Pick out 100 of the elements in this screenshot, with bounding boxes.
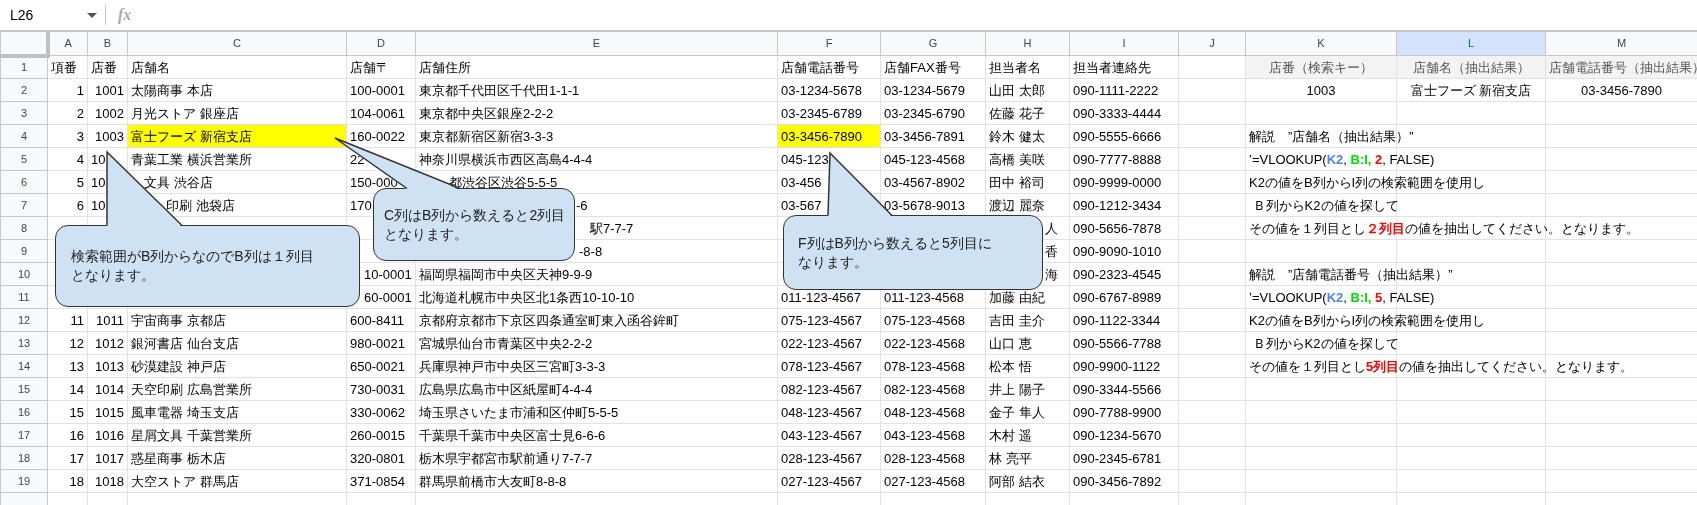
table-cell: 富士フーズ 新宿支店 [127, 124, 347, 148]
row-header[interactable]: 16 [0, 400, 48, 424]
table-cell: 330-0062 [346, 400, 416, 424]
table-cell: 東京都千代田区千代田1-1-1 [415, 78, 778, 102]
table-cell: 5 [47, 170, 88, 194]
table-cell: 青葉工業 横浜営業所 [127, 147, 347, 171]
column-header[interactable]: M [1545, 31, 1697, 56]
row-header[interactable]: 15 [0, 377, 48, 401]
fx-label: fx [118, 5, 132, 26]
table-cell: 090-9900-1122 [1069, 354, 1179, 378]
table-cell: 項番 [47, 55, 88, 79]
row-header[interactable]: 18 [0, 446, 48, 470]
column-header[interactable]: F [777, 31, 881, 56]
row-header[interactable]: 5 [0, 147, 48, 171]
table-cell: 1002 [87, 101, 128, 125]
table-cell: 090-7777-8888 [1069, 147, 1179, 171]
table-cell: 022-123-4567 [777, 331, 881, 355]
table-cell: 1003 [87, 124, 128, 148]
column-header[interactable]: J [1178, 31, 1246, 56]
table-cell: 090-9999-0000 [1069, 170, 1179, 194]
table-cell: 16 [47, 423, 88, 447]
table-cell: 店舗電話番号 [777, 55, 881, 79]
table-cell: 12 [47, 331, 88, 355]
table-cell: 11 [47, 308, 88, 332]
table-cell: 山口 恵 [985, 331, 1070, 355]
table-cell: 027-123-4567 [777, 469, 881, 493]
table-cell: 14 [47, 377, 88, 401]
table-cell: 広島県広島市中区紙屋町4-4-4 [415, 377, 778, 401]
row-header[interactable]: 2 [0, 78, 48, 102]
column-header[interactable]: D [346, 31, 416, 56]
table-cell: 1012 [87, 331, 128, 355]
row-header[interactable]: 9 [0, 239, 48, 263]
table-cell: 15 [47, 400, 88, 424]
row-header[interactable]: 13 [0, 331, 48, 355]
table-cell: 104-0061 [346, 101, 416, 125]
column-header[interactable]: L [1396, 31, 1546, 56]
table-cell: 17 [47, 446, 88, 470]
table-cell: 兵庫県神戸市中央区三宮町3-3-3 [415, 354, 778, 378]
table-cell: 店番 [87, 55, 128, 79]
row-header[interactable]: 17 [0, 423, 48, 447]
name-box[interactable]: L26 [0, 0, 105, 31]
note-text: その値を１列目とし ２列目の値を抽出してください。となります。 [1249, 220, 1639, 236]
table-cell: 090-1234-5670 [1069, 423, 1179, 447]
column-header[interactable]: I [1069, 31, 1179, 56]
table-cell: 佐藤 花子 [985, 101, 1070, 125]
column-header[interactable]: H [985, 31, 1070, 56]
column-header[interactable]: K [1245, 31, 1397, 56]
note-text: K2の値をB列からI列の検索範囲を使用し [1249, 174, 1486, 190]
table-cell: 03-2345-6789 [777, 101, 881, 125]
table-cell: 090-1212-3434 [1069, 193, 1179, 217]
table-cell: 千葉県千葉市中央区富士見6-6-6 [415, 423, 778, 447]
table-cell: 090-5566-7788 [1069, 331, 1179, 355]
table-cell: 028-123-4568 [880, 446, 986, 470]
table-cell: 03-1234-5679 [880, 78, 986, 102]
table-cell: 090-2323-4545 [1069, 262, 1179, 286]
row-header[interactable]: 3 [0, 101, 48, 125]
row-header[interactable]: 4 [0, 124, 48, 148]
table-cell: 043-123-4567 [777, 423, 881, 447]
column-header[interactable]: G [880, 31, 986, 56]
note-text: K2の値をB列からI列の検索範囲を使用し [1249, 312, 1486, 328]
table-cell: 高橋 美咲 [985, 147, 1070, 171]
table-cell: 03-3456-7891 [880, 124, 986, 148]
table-cell: 320-0801 [346, 446, 416, 470]
row-header[interactable]: 6 [0, 170, 48, 194]
table-cell: 600-8411 [346, 308, 416, 332]
row-header[interactable]: 14 [0, 354, 48, 378]
table-cell: 090-2345-6781 [1069, 446, 1179, 470]
row-header[interactable]: 8 [0, 216, 48, 240]
table-cell: 078-123-4567 [777, 354, 881, 378]
table-cell: 担当者名 [985, 55, 1070, 79]
table-cell: 03-4567-8902 [880, 170, 986, 194]
table-cell: 1013 [87, 354, 128, 378]
table-cell: 1016 [87, 423, 128, 447]
table-cell: 店舗電話番号（抽出結果） [1545, 55, 1697, 79]
row-header[interactable]: 19 [0, 469, 48, 493]
table-cell: 045-123-4568 [880, 147, 986, 171]
table-cell: 林 亮平 [985, 446, 1070, 470]
table-cell: 1014 [87, 377, 128, 401]
table-cell: 店番（検索キー） [1245, 55, 1397, 79]
row-header[interactable]: 12 [0, 308, 48, 332]
table-cell: 048-123-4568 [880, 400, 986, 424]
note-text: ’=VLOOKUP(K2, B:I, 2, FALSE) [1249, 151, 1435, 167]
table-cell: 730-0031 [346, 377, 416, 401]
table-cell: 店舗名 [127, 55, 347, 79]
column-header[interactable]: E [415, 31, 778, 56]
row-header[interactable]: 7 [0, 193, 48, 217]
row-header[interactable]: 11 [0, 285, 48, 309]
column-header[interactable]: A [47, 31, 88, 56]
column-header[interactable]: C [127, 31, 347, 56]
table-cell: 048-123-4567 [777, 400, 881, 424]
table-cell: 650-0021 [346, 354, 416, 378]
table-cell: 北海道札幌市中央区北1条西10-10-10 [415, 285, 778, 309]
note-text: Ｂ列からK2の値を探して [1251, 197, 1399, 213]
column-header[interactable]: B [87, 31, 128, 56]
table-cell: 1015 [87, 400, 128, 424]
table-cell: 2 [47, 101, 88, 125]
table-cell: 店舗名（抽出結果） [1396, 55, 1546, 79]
table-cell: 980-0021 [346, 331, 416, 355]
row-header[interactable]: 10 [0, 262, 48, 286]
table-cell: 1018 [87, 469, 128, 493]
